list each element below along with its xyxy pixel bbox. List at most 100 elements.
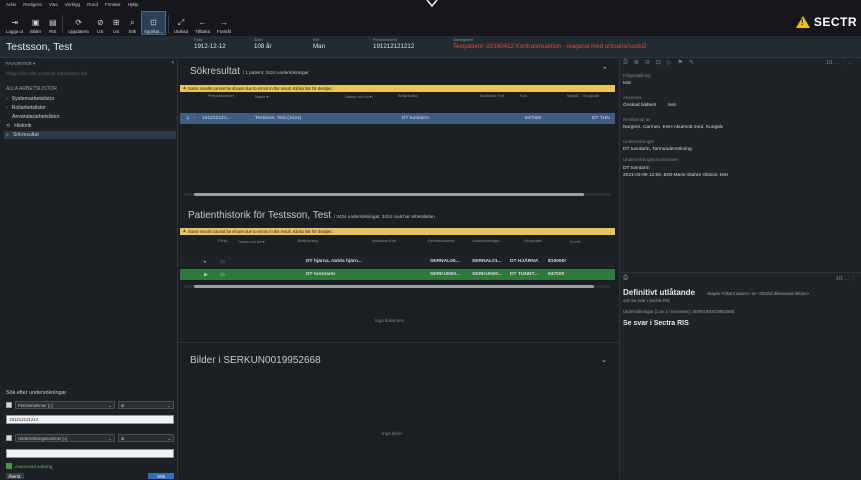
search-op-select-1[interactable]: är ⌄ bbox=[118, 401, 174, 409]
no-documents-text: Inga dokument bbox=[375, 318, 405, 323]
report-pager[interactable]: 1/1 ← ⋮ bbox=[836, 276, 856, 282]
warning-triangle-icon: ! bbox=[795, 16, 810, 28]
search-field-select-2[interactable]: Undersökningsnummer [=] ⌄ bbox=[15, 434, 115, 442]
question-label: Frågeställning bbox=[623, 73, 651, 78]
reset-button[interactable]: Återst. bbox=[6, 473, 24, 479]
toolbar-button-5[interactable]: ⊞ US bbox=[110, 12, 123, 35]
chevron-down-icon[interactable]: ⌄ bbox=[601, 356, 607, 364]
toolbar-button-4[interactable]: ⊘ US bbox=[94, 12, 107, 35]
menu-item-6[interactable]: Hjälp bbox=[128, 2, 138, 11]
zoom-out-icon[interactable]: ⊖ bbox=[645, 59, 650, 66]
toolbar-button-6[interactable]: ⌕ Sök bbox=[126, 12, 139, 35]
search-op-select-2[interactable]: är ⌄ bbox=[118, 434, 174, 442]
search-value-2[interactable] bbox=[6, 449, 174, 458]
toolbar-label: Uppdatera bbox=[68, 29, 89, 34]
images-icon: ▣ bbox=[31, 18, 40, 27]
search-field-select-1[interactable]: Personnummer [=] ⌄ bbox=[15, 401, 115, 409]
divider bbox=[619, 272, 861, 273]
advanced-search-link[interactable]: Avancerad sökning bbox=[6, 463, 52, 469]
history-title: Patienthistorik för Testsson, Test / 342… bbox=[188, 210, 435, 221]
patient-name: Testsson, Test bbox=[6, 41, 73, 53]
results-warning-banner[interactable]: ▲ Some results cannot be shown due to err… bbox=[180, 85, 615, 92]
fit-icon[interactable]: ⊡ bbox=[656, 59, 661, 66]
history-warning-banner[interactable]: ▲ Some results cannot be shown due to err… bbox=[180, 228, 615, 235]
history-row-selected[interactable]: ▶ ▭ DT tunntarm SERKUN00... SERKUN00... … bbox=[180, 269, 615, 280]
chevron-down-icon: ⌄ bbox=[167, 435, 171, 441]
patient-header bbox=[0, 36, 861, 58]
menu-item-2[interactable]: Visa bbox=[49, 2, 58, 11]
patient-sex: Kön Man bbox=[313, 38, 326, 50]
history-hscroll[interactable] bbox=[184, 285, 611, 288]
report-body: Se svar i Sectra RIS bbox=[623, 320, 689, 327]
sidebar-item-history[interactable]: ⟲ Historik bbox=[6, 122, 174, 130]
search-icon: ⌕ bbox=[6, 132, 9, 138]
patient-icon: ⚲ bbox=[186, 117, 190, 122]
details-panel bbox=[619, 58, 861, 479]
toolbar-separator bbox=[62, 15, 64, 33]
toolbar-button-7[interactable]: ⊡ Applikat... bbox=[140, 11, 167, 35]
search-row-2-checkbox[interactable] bbox=[6, 435, 12, 441]
report-exams: Undersökningar (1 av 2 i remissen): SERK… bbox=[623, 309, 735, 314]
menu-item-4[interactable]: Rond bbox=[87, 2, 98, 11]
flag-icon[interactable]: ⚑ bbox=[678, 59, 683, 66]
chevron-up-icon[interactable]: ⌃ bbox=[602, 66, 608, 74]
question-value: test bbox=[623, 81, 631, 86]
toolbar-label: Framåt bbox=[217, 29, 231, 34]
play-icon[interactable]: ▷ bbox=[667, 59, 672, 66]
warning-icon: ▲ bbox=[182, 85, 187, 91]
toolbar-button-10[interactable]: → Framåt bbox=[215, 12, 233, 35]
favorites-hint: Släpp dina ofta använda arbetslistor här bbox=[6, 71, 88, 76]
toolbar-label: Sök bbox=[128, 29, 137, 34]
back-icon: ← bbox=[198, 18, 207, 27]
zoom-in-icon[interactable]: ⊕ bbox=[634, 59, 639, 66]
us-icon-2: ⊞ bbox=[112, 18, 120, 27]
toolbar-label: Logga ut bbox=[6, 29, 24, 34]
search-button[interactable]: Sök bbox=[148, 473, 174, 479]
patient-warning[interactable]: Varningstext Testpatient~20160412 Kontras… bbox=[453, 38, 646, 50]
sidebar-item-search-results[interactable]: ⌕ Sökresultat bbox=[4, 131, 176, 139]
history-row[interactable]: ▸ ▭ DT hjärna, räddа hjärn... SERNAL00..… bbox=[180, 256, 615, 267]
search-row-1: Personnummer [=] ⌄ är ⌄ bbox=[6, 401, 174, 409]
toolbar-label: Bilder bbox=[30, 29, 42, 34]
menu-bar: Arkiv Redigera Visa Verktyg Rond Fönster Hjälp bbox=[6, 2, 138, 11]
anamnesis-value: Önskad bildtest test bbox=[623, 103, 676, 108]
print-icon[interactable]: ⎙ bbox=[623, 275, 628, 282]
menu-item-1[interactable]: Redigera bbox=[23, 2, 42, 11]
search-title: Sök efter undersökningar bbox=[6, 390, 67, 396]
toolbar-button-0[interactable]: ⇥ Logga ut bbox=[4, 12, 25, 35]
referrer-label: Remitterad av bbox=[623, 117, 651, 122]
search-row-1-checkbox[interactable] bbox=[6, 402, 12, 408]
edit-icon[interactable]: ✎ bbox=[689, 59, 694, 66]
menu-item-0[interactable]: Arkiv bbox=[6, 2, 16, 11]
menu-item-5[interactable]: Fönster bbox=[105, 2, 121, 11]
results-title: Sökresultat / 1 patient, 3424 undersökni… bbox=[190, 66, 309, 77]
sidebar-item-role-lists[interactable]: › Rollarbetslistor bbox=[6, 104, 174, 112]
collapse-icon[interactable]: ‹ bbox=[172, 60, 174, 66]
menu-item-3[interactable]: Verktyg bbox=[65, 2, 80, 11]
toolbar-button-1[interactable]: ▣ Bilder bbox=[28, 12, 43, 35]
toolbar-separator bbox=[168, 15, 170, 33]
chevron-down-icon: ⌄ bbox=[167, 402, 171, 408]
toolbar-button-9[interactable]: ← Tillbaka bbox=[193, 12, 212, 35]
us-icon: ⊘ bbox=[96, 18, 104, 27]
logout-icon: ⇥ bbox=[11, 18, 18, 27]
toolbar-label: US bbox=[97, 29, 104, 34]
sidebar-item-user-lists[interactable]: Användararbetslistor bbox=[6, 113, 174, 121]
exam-comments-value: DT tunntarm bbox=[623, 166, 650, 171]
report-meta: skapat <Okänt datum> av <Okänd dikterand… bbox=[707, 291, 810, 296]
results-hscroll[interactable] bbox=[184, 193, 611, 196]
favorites-header[interactable]: FAVORITER ▾ bbox=[6, 61, 35, 67]
toolbar-button-2[interactable]: ▤ RIS bbox=[46, 12, 59, 35]
details-pager[interactable]: 1/1 ← ⋮ → bbox=[826, 60, 852, 66]
sidebar-item-system-lists[interactable]: › Systemarbetslistor bbox=[6, 95, 174, 103]
patient-id: Personnummer 191212121212 bbox=[373, 38, 415, 50]
search-value-1[interactable]: 191212121212 bbox=[6, 415, 174, 424]
toolbar-button-8[interactable]: ⤢ Utökad bbox=[172, 12, 190, 35]
warning-icon: ▲ bbox=[182, 228, 187, 234]
plus-icon bbox=[6, 463, 12, 469]
toolbar-label: Utökad bbox=[174, 29, 189, 34]
results-row[interactable]: ⚲ ● 191212121... Testsson, Test (3424) D… bbox=[180, 113, 615, 124]
toolbar-button-3[interactable]: ⟳ Uppdatera bbox=[66, 12, 91, 35]
print-icon[interactable]: ⎙ bbox=[623, 59, 628, 66]
chevron-down-icon: ⌄ bbox=[108, 435, 112, 441]
